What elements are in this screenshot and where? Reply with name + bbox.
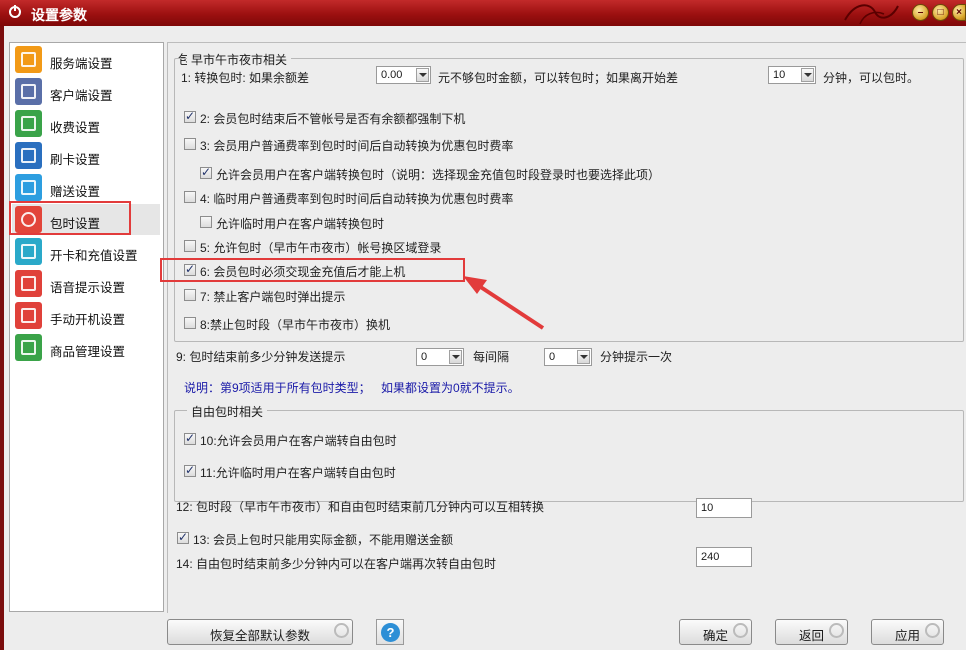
chevron-down-icon[interactable] [449,350,462,364]
option-11-checkbox[interactable] [184,463,196,477]
sidebar-item-label: 服务端设置 [50,57,113,71]
clock-coin-icon [15,110,42,137]
close-button[interactable]: × [952,4,966,21]
client-monitor-icon [15,78,42,105]
sidebar-item-label: 手动开机设置 [50,313,126,327]
sidebar-item-card[interactable]: 刷卡设置 [12,140,160,171]
option-4-label: 4: 临时用户普通费率到包时时间后自动转换为优惠包时费率 [200,192,514,206]
option-13-checkbox[interactable] [177,530,189,544]
option-10-checkbox[interactable] [184,431,196,445]
row9-mid: 每间隔 [473,350,510,364]
chevron-down-icon[interactable] [577,350,590,364]
option-4-sub-label: 允许临时用户在客户端转换包时 [216,217,385,231]
back-button[interactable]: 返回 [775,619,848,645]
switch-minutes-input[interactable]: 10 [696,498,752,518]
interval-combo[interactable]: 0 [544,348,592,366]
restore-defaults-button[interactable]: 恢复全部默认参数 [167,619,353,645]
row1-suffix: 分钟，可以包时。 [823,71,920,85]
server-monitor-icon [15,46,42,73]
row13-label: 13: 会员上包时只能用实际金额，不能用赠送金额 [193,533,454,547]
sidebar-item-goods[interactable]: 商品管理设置 [12,332,160,363]
sidebar-item-label: 收费设置 [50,121,101,135]
option-10-label: 10:允许会员用户在客户端转自由包时 [200,434,397,448]
option-3-checkbox[interactable] [184,138,196,150]
sidebar-item-voice[interactable]: 语音提示设置 [12,268,160,299]
card-icon [15,142,42,169]
hand-pointer-icon [15,302,42,329]
option-3-sub-checkbox[interactable] [200,165,212,179]
swirl-icon [925,623,940,638]
rebind-minutes-input[interactable]: 240 [696,547,752,567]
option-5-label: 5: 允许包时（早市午市夜市）帐号换区域登录 [200,241,442,255]
row12-label: 12: 包时段（早市午市夜市）和自由包时结束前几分钟内可以互相转换 [176,500,545,514]
sidebar-item-gift[interactable]: 赠送设置 [12,172,160,203]
option-2-checkbox[interactable] [184,109,196,123]
option-3-sub-label: 允许会员用户在客户端转换包时（说明：选择现金充值包时段登录时也要选择此项） [216,168,661,182]
sidebar-item-charge[interactable]: 收费设置 [12,108,160,139]
minimize-button[interactable]: – [912,4,929,21]
swirl-icon [829,623,844,638]
free-package-section: 自由包时相关 [174,403,964,502]
note-right: 如果都设置为0就不提示。 [381,381,520,395]
ornament-icon [844,4,899,25]
sidebar-item-client[interactable]: 客户端设置 [12,76,160,107]
row14-label: 14: 自由包时结束前多少分钟内可以在客户端再次转自由包时 [176,557,497,571]
chevron-down-icon[interactable] [416,68,429,82]
row9-prefix: 9: 包时结束前多少分钟发送提示 [176,350,346,364]
option-7-label: 7: 禁止客户端包时弹出提示 [200,290,346,304]
window-title: 设置参数 [31,7,87,23]
option-3-label: 3: 会员用户普通费率到包时时间后自动转换为优惠包时费率 [200,139,514,153]
section-legend: 自由包时相关 [187,403,268,420]
option-4-checkbox[interactable] [184,191,196,203]
notify-minutes-combo[interactable]: 0 [416,348,464,366]
row1-mid: 元不够包时金额，可以转包时；如果离开始差 [438,71,679,85]
note-left: 说明：第9项适用于所有包时类型； [184,381,371,395]
row1-prefix: 1: 转换包时: 如果余额差 [181,71,310,85]
swirl-icon [733,623,748,638]
time-package-panel: 包时设置 早市午市夜市相关 1: 转换包时: 如果余额差 0.00 元不够包时金… [167,42,966,613]
apply-button[interactable]: 应用 [871,619,944,645]
sidebar-item-label: 语音提示设置 [50,281,126,295]
shopping-cart-icon [15,334,42,361]
option-7-checkbox[interactable] [184,289,196,301]
sidebar-item-label: 客户端设置 [50,89,113,103]
sidebar-item-label: 商品管理设置 [50,345,126,359]
chevron-down-icon[interactable] [801,68,814,82]
gift-icon [15,174,42,201]
settings-nav: 服务端设置 客户端设置 收费设置 刷卡设置 赠送设置 包时设置 开卡和充值设置 语音提示设置手… [9,42,164,612]
maximize-button[interactable]: □ [932,4,949,21]
swirl-icon [334,623,349,638]
microphone-icon [15,270,42,297]
row9-suffix: 分钟提示一次 [600,350,673,364]
annotation-box-nav [9,201,131,235]
sidebar-item-label: 开卡和充值设置 [50,249,138,263]
option-11-label: 11:允许临时用户在客户端转自由包时 [200,466,396,480]
sidebar-item-server[interactable]: 服务端设置 [12,44,160,75]
sidebar-item-label: 刷卡设置 [50,153,101,167]
sidebar-item-card-recharge[interactable]: 开卡和充值设置 [12,236,160,267]
app-power-icon [9,5,21,18]
minutes-before-combo[interactable]: 10 [768,66,816,84]
help-button[interactable]: ? [376,619,404,645]
annotation-arrow-icon [463,276,545,330]
ok-button[interactable]: 确定 [679,619,752,645]
annotation-box-option-6 [160,258,465,282]
option-4-sub-checkbox[interactable] [200,216,212,228]
balance-diff-combo[interactable]: 0.00 [376,66,431,84]
option-8-label: 8:禁止包时段（早市午市夜市）换机 [200,318,391,332]
help-icon: ? [381,623,400,642]
sidebar-item-manual-boot[interactable]: 手动开机设置 [12,300,160,331]
option-8-checkbox[interactable] [184,317,196,329]
option-5-checkbox[interactable] [184,240,196,252]
sidebar-item-label: 赠送设置 [50,185,101,199]
option-2-label: 2: 会员包时结束后不管帐号是否有余额都强制下机 [200,112,466,126]
section-legend: 早市午市夜市相关 [187,51,292,68]
id-card-icon [15,238,42,265]
title-bar: 设置参数 – □ × [0,0,966,26]
